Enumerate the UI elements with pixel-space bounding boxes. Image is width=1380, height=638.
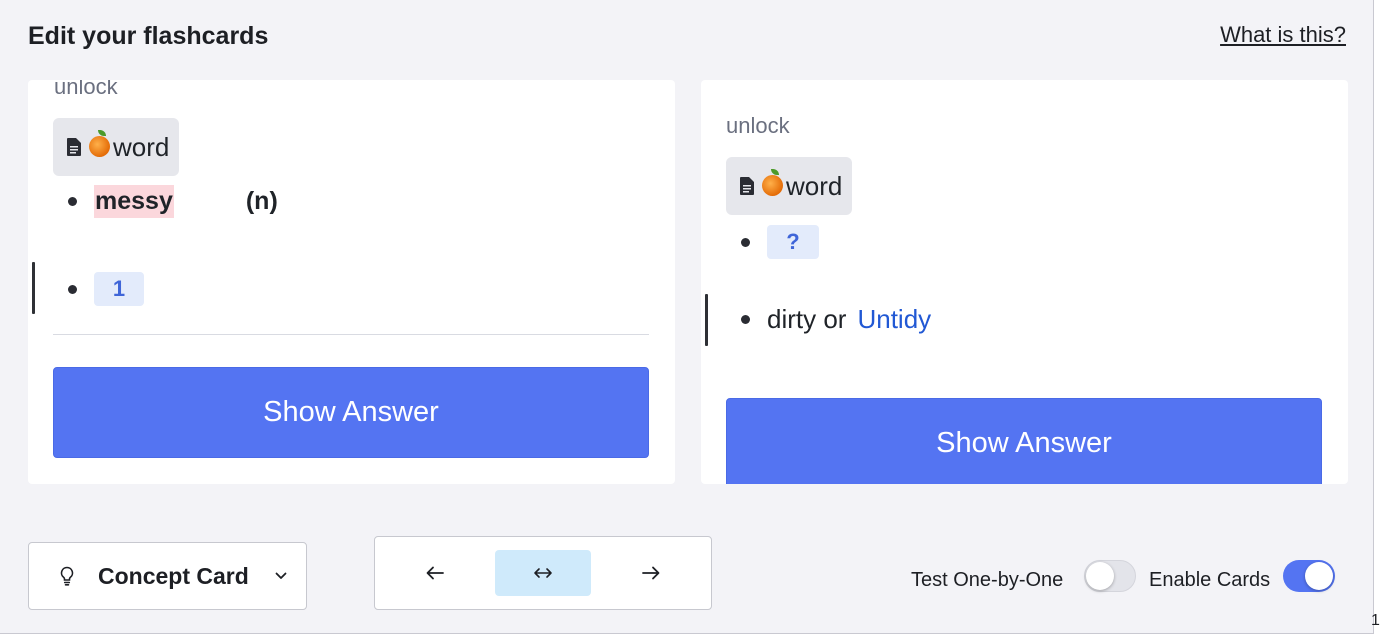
tag-label: word <box>113 131 170 162</box>
card-divider <box>53 334 649 335</box>
deck-name: unlock <box>54 80 118 99</box>
document-icon <box>740 177 754 195</box>
word-tag[interactable]: word <box>53 118 180 176</box>
card-navigation <box>374 536 712 610</box>
cloze-chip[interactable]: 1 <box>94 272 144 306</box>
flashcard-front: unlock word messy (n) 1 Show Answer <box>28 80 675 484</box>
page-title: Edit your flashcards <box>28 22 269 50</box>
enable-cards-toggle[interactable] <box>1283 560 1335 592</box>
arrow-left-right-icon <box>534 568 552 578</box>
show-answer-button[interactable]: Show Answer <box>53 367 649 458</box>
enable-cards-label: Enable Cards <box>1149 569 1271 591</box>
toggle-knob <box>1086 562 1114 590</box>
tag-label: word <box>786 170 843 201</box>
deck-name: unlock <box>726 113 790 138</box>
answer-row: 1 <box>68 272 144 306</box>
question-row: ? <box>741 225 819 259</box>
quote-bar <box>705 294 708 346</box>
arrow-left-icon <box>426 566 444 580</box>
edge-glyph: 1 <box>1371 612 1380 629</box>
cloze-chip[interactable]: ? <box>767 225 819 259</box>
arrow-right-icon <box>642 566 660 580</box>
lightbulb-icon <box>60 566 74 586</box>
bullet <box>741 315 750 324</box>
flashcard-preview: unlock word ? dirty or Untidy Show Answe… <box>701 80 1348 484</box>
orange-icon <box>89 129 110 157</box>
card-type-label: Concept Card <box>98 562 249 589</box>
flip-button[interactable] <box>495 550 591 596</box>
bullet <box>68 197 77 206</box>
bullet <box>741 237 750 247</box>
what-is-this-link[interactable]: What is this? <box>1220 22 1346 48</box>
next-button[interactable] <box>603 550 699 596</box>
part-of-speech: (n) <box>245 187 278 215</box>
answer-link[interactable]: Untidy <box>857 304 931 335</box>
show-answer-button[interactable]: Show Answer <box>726 398 1322 484</box>
toggle-knob <box>1305 562 1333 590</box>
test-one-by-one-toggle[interactable] <box>1084 560 1136 592</box>
word-tag[interactable]: word <box>726 157 853 215</box>
previous-button[interactable] <box>387 550 483 596</box>
term-text: messy <box>94 185 174 218</box>
card-type-select[interactable]: Concept Card <box>28 542 307 610</box>
answer-row: dirty or Untidy <box>741 304 931 335</box>
test-one-by-one-label: Test One-by-One <box>911 569 1064 591</box>
flashcard-editor-panel: Edit your flashcards What is this? unloc… <box>0 0 1374 634</box>
answer-text: dirty or <box>767 304 847 334</box>
orange-icon <box>762 168 783 196</box>
term-row: messy (n) <box>68 185 278 218</box>
chevron-down-icon <box>275 572 287 579</box>
quote-bar <box>32 262 35 314</box>
bullet <box>68 284 77 294</box>
document-icon <box>67 138 81 156</box>
